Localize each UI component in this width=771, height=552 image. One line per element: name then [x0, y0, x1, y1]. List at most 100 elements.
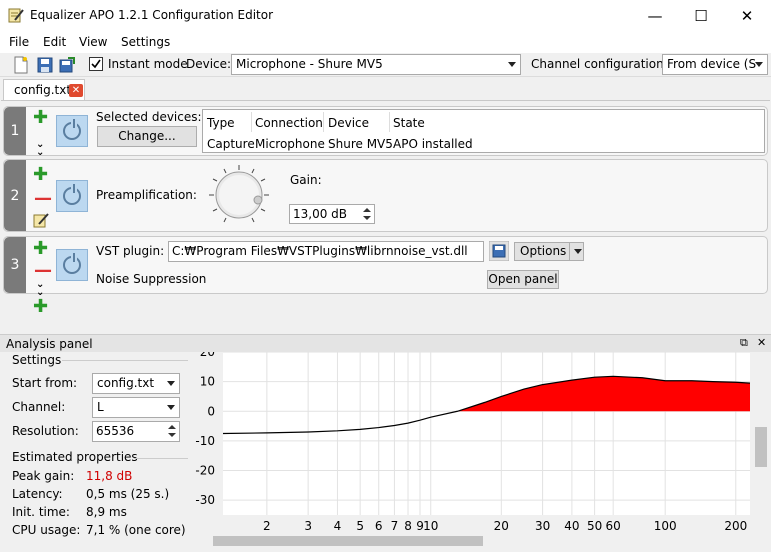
- x-tick-label: 2: [263, 519, 271, 533]
- menu-edit[interactable]: Edit: [43, 35, 66, 49]
- window-title: Equalizer APO 1.2.1 Configuration Editor: [30, 8, 274, 22]
- close-button[interactable]: ✕: [724, 0, 770, 31]
- y-tick-label: 20: [200, 352, 215, 359]
- analysis-title: Analysis panel: [6, 337, 93, 351]
- instant-mode-checkbox[interactable]: [89, 57, 103, 71]
- chevron-down-icon: [508, 62, 516, 67]
- estimated-heading: Estimated properties: [12, 450, 138, 464]
- vst-plugin-label: VST plugin:: [96, 244, 165, 258]
- filter-row-3: 3 ✚ — ⌄ ⌄ VST plugin: C:₩Program Files₩VS…: [3, 236, 768, 298]
- channel-value: L: [97, 400, 104, 414]
- x-tick-label: 8: [404, 519, 412, 533]
- instant-mode-label: Instant mode: [108, 57, 188, 71]
- x-tick-label: 60: [606, 519, 621, 533]
- chart-svg: 20100-10-20-302 3 4 5 6 7 8 9 10 20 30 40 50 60 100 200: [193, 345, 769, 549]
- row-number[interactable]: 3: [4, 237, 26, 293]
- browse-save-icon[interactable]: [489, 241, 509, 261]
- plot-area: [223, 352, 750, 515]
- table-header: Connection: [255, 116, 323, 130]
- analysis-panel-header: Analysis panel ⧉ ✕: [0, 334, 771, 352]
- row-number[interactable]: 2: [4, 160, 26, 231]
- minimize-button[interactable]: —: [632, 0, 678, 31]
- latency-label: Latency:: [12, 487, 63, 501]
- add-filter-icon[interactable]: ✚: [33, 240, 48, 258]
- table-header: Type: [207, 116, 235, 130]
- menu-settings[interactable]: Settings: [121, 35, 170, 49]
- gain-value: 13,00 dB: [293, 207, 348, 221]
- options-label: Options: [520, 244, 567, 258]
- table-cell: Shure MV5: [328, 137, 393, 151]
- start-from-value: config.txt: [97, 376, 155, 390]
- frequency-response-graph: 20 10 0 -10 -20 -30 2 3 4 5 6 7 8 9 10 20 30 40 50 60 100 200: [193, 345, 771, 549]
- x-tick-label: 200: [724, 519, 747, 533]
- channel-label: Channel:: [12, 400, 66, 414]
- horizontal-scroll-thumb[interactable]: [213, 536, 483, 546]
- x-tick-label: 4: [334, 519, 342, 533]
- preamp-label: Preamplification:: [96, 188, 197, 202]
- table-header: State: [393, 116, 425, 130]
- resolution-input[interactable]: 65536: [92, 421, 180, 442]
- device-table: Type Connection Device State Capture Mic…: [202, 109, 765, 153]
- expand-icon[interactable]: ⌄ ⌄: [36, 280, 44, 298]
- spin-icon[interactable]: [166, 423, 178, 439]
- open-panel-button[interactable]: Open panel: [487, 270, 559, 289]
- tab-label: config.txt: [14, 83, 72, 97]
- selected-devices-label: Selected devices:: [96, 110, 202, 124]
- row-number[interactable]: 1: [4, 107, 26, 155]
- add-filter-icon[interactable]: ✚: [33, 109, 48, 127]
- resolution-label: Resolution:: [12, 424, 79, 438]
- menu-file[interactable]: File: [9, 35, 29, 49]
- power-icon[interactable]: [56, 115, 88, 147]
- edit-icon[interactable]: [33, 212, 49, 228]
- power-icon[interactable]: [56, 249, 88, 281]
- cpu-usage-value: 7,1 % (one core): [86, 523, 186, 537]
- gain-label: Gain:: [290, 173, 322, 187]
- y-tick-label: -10: [195, 434, 215, 448]
- remove-filter-icon[interactable]: —: [34, 190, 52, 208]
- chevron-down-icon: [574, 249, 582, 254]
- device-label: Device:: [186, 57, 232, 71]
- title-bar: Equalizer APO 1.2.1 Configuration Editor…: [0, 0, 771, 31]
- menu-view[interactable]: View: [79, 35, 107, 49]
- menu-bar: File Edit View Settings: [0, 31, 771, 53]
- spin-icon[interactable]: [361, 206, 373, 222]
- tab-close-icon[interactable]: ✕: [69, 84, 83, 97]
- gain-knob[interactable]: [206, 164, 272, 228]
- change-button[interactable]: Change...: [97, 126, 197, 147]
- remove-filter-icon[interactable]: —: [34, 262, 52, 280]
- new-file-icon[interactable]: [12, 56, 30, 74]
- add-filter-icon[interactable]: ✚: [33, 166, 48, 184]
- gain-input[interactable]: 13,00 dB: [289, 204, 375, 224]
- vertical-scroll-thumb[interactable]: [755, 427, 767, 467]
- options-button[interactable]: Options: [514, 242, 584, 261]
- close-panel-icon[interactable]: ✕: [757, 336, 766, 349]
- save-as-icon[interactable]: [58, 56, 76, 74]
- start-from-select[interactable]: config.txt: [92, 373, 180, 394]
- y-tick-label: 10: [200, 375, 215, 389]
- float-panel-icon[interactable]: ⧉: [740, 336, 748, 350]
- settings-heading: Settings: [12, 353, 62, 367]
- plugin-name: Noise Suppression: [96, 272, 207, 286]
- vst-path-input[interactable]: C:₩Program Files₩VSTPlugins₩librnnoise_v…: [168, 241, 484, 262]
- channel-select[interactable]: L: [92, 397, 180, 418]
- chevron-down-icon: [167, 405, 175, 410]
- power-icon[interactable]: [56, 180, 88, 212]
- expand-icon[interactable]: ⌄ ⌄: [36, 140, 44, 158]
- x-tick-label: 50: [587, 519, 602, 533]
- tab-config[interactable]: config.txt ✕: [3, 79, 85, 101]
- channel-config-select[interactable]: From device (S: [662, 54, 768, 75]
- save-icon[interactable]: [36, 56, 54, 74]
- maximize-button[interactable]: ☐: [678, 0, 724, 31]
- x-tick-label: 20: [494, 519, 509, 533]
- peak-gain-value: 11,8 dB: [86, 469, 133, 483]
- device-select[interactable]: Microphone - Shure MV5: [231, 54, 521, 75]
- device-value: Microphone - Shure MV5: [236, 57, 383, 71]
- table-cell: APO installed: [393, 137, 473, 151]
- x-tick-label: 3: [304, 519, 312, 533]
- x-tick-label: 30: [535, 519, 550, 533]
- start-from-label: Start from:: [12, 376, 78, 390]
- channel-config-value: From device (S: [667, 57, 757, 71]
- x-tick-label: 100: [654, 519, 677, 533]
- x-tick-label: 40: [564, 519, 579, 533]
- add-filter-icon[interactable]: ✚: [33, 298, 48, 316]
